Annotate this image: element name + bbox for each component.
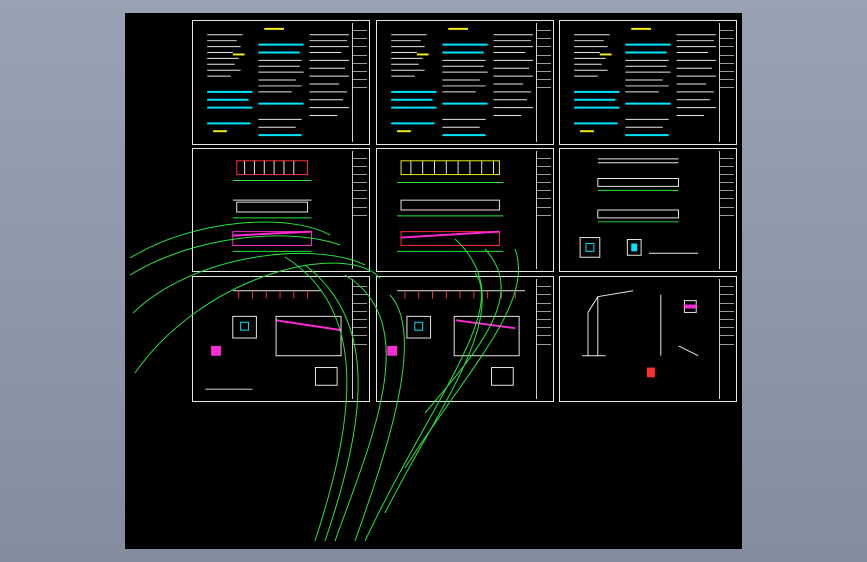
sheet-foundation-1[interactable] xyxy=(192,276,370,402)
title-block xyxy=(352,279,367,399)
sheet-design-notes-1[interactable] xyxy=(192,20,370,145)
title-block xyxy=(719,279,734,399)
frame-drawing xyxy=(582,290,699,378)
notes-drawing xyxy=(391,27,533,137)
elevation-drawing xyxy=(397,160,504,252)
drawing-viewport[interactable] xyxy=(125,13,742,549)
foundation-drawing xyxy=(387,290,526,386)
sheet-frame-section[interactable] xyxy=(559,276,737,402)
sheet-design-notes-2[interactable] xyxy=(376,20,554,145)
title-block xyxy=(536,279,551,399)
sheet-foundation-2[interactable] xyxy=(376,276,554,402)
plan-drawing xyxy=(579,158,699,258)
sheet-plan-details[interactable] xyxy=(559,148,737,272)
elevation-drawing xyxy=(232,160,312,252)
notes-drawing xyxy=(574,27,716,137)
sheet-elevation-1[interactable] xyxy=(192,148,370,272)
title-block xyxy=(719,151,734,269)
notes-drawing xyxy=(207,27,349,137)
title-block xyxy=(536,151,551,269)
sheet-design-notes-3[interactable] xyxy=(559,20,737,145)
title-block xyxy=(352,23,367,142)
sheet-elevation-2[interactable] xyxy=(376,148,554,272)
title-block xyxy=(536,23,551,142)
foundation-drawing xyxy=(205,290,342,390)
title-block xyxy=(352,151,367,269)
title-block xyxy=(719,23,734,142)
